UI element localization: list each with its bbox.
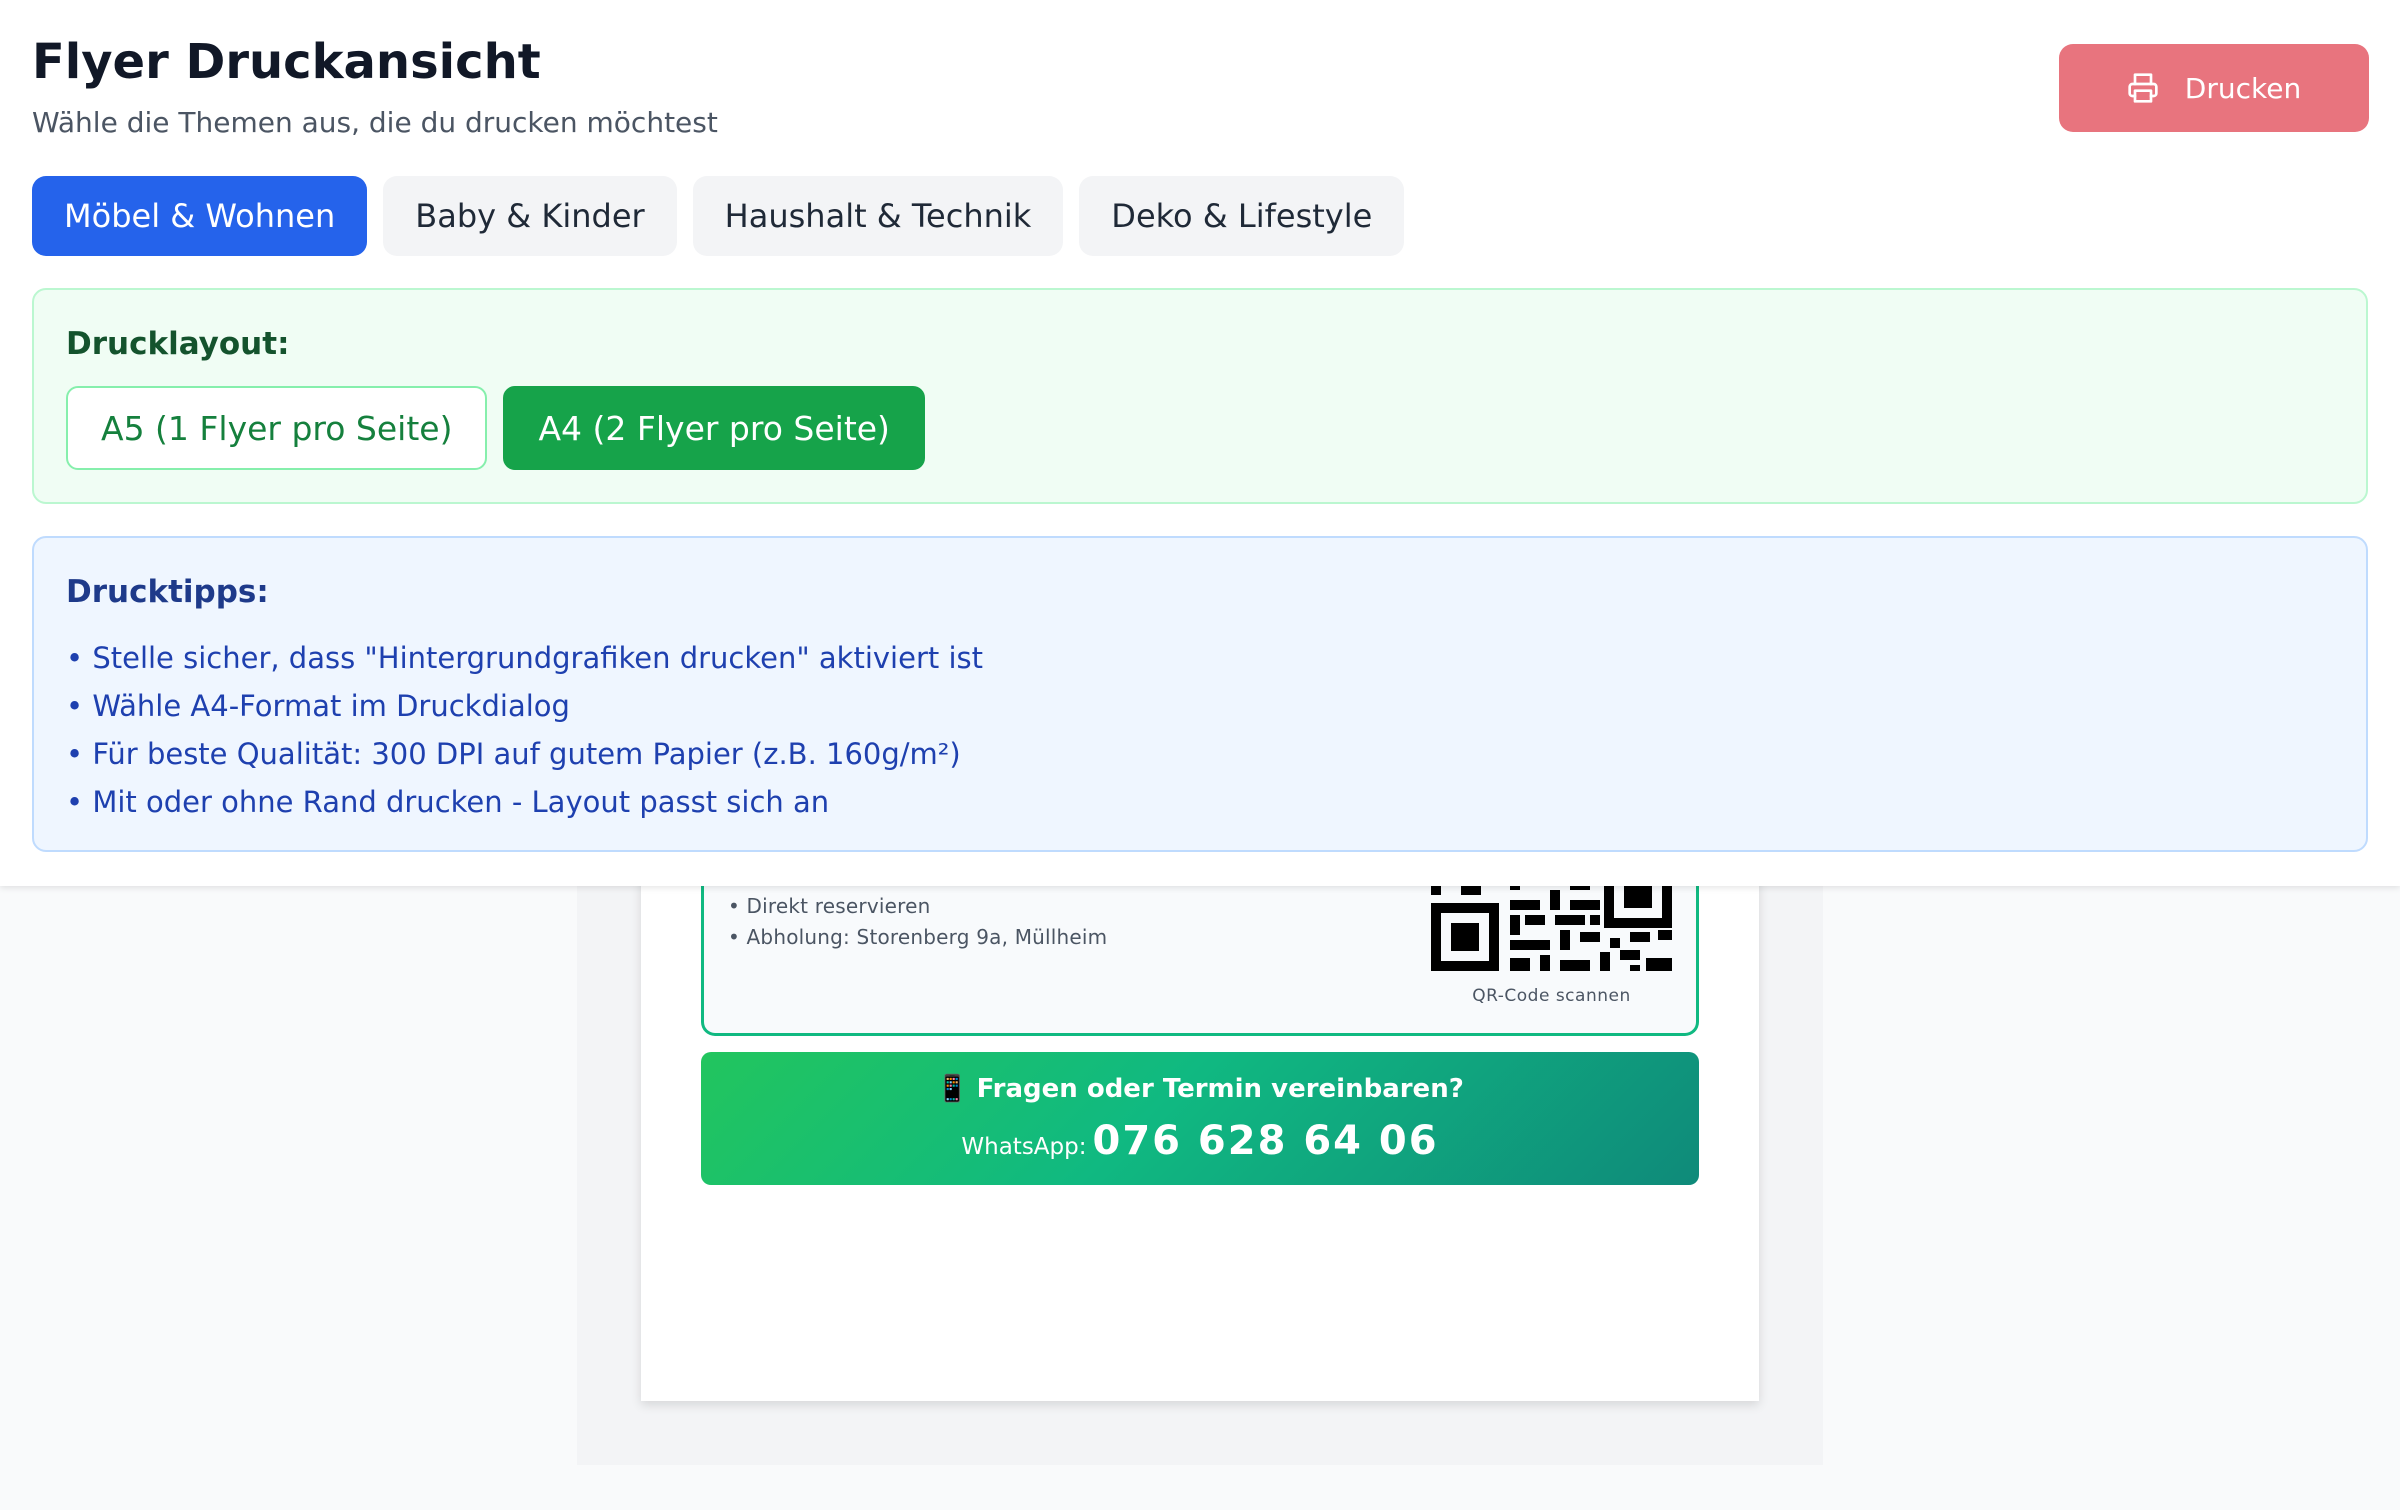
tab-moebel-wohnen[interactable]: Möbel & Wohnen [32,176,368,256]
flyer-bullet-pickup: • Abholung: Storenberg 9a, Müllheim [728,925,1108,949]
tip-item: • Für beste Qualität: 300 DPI auf gutem … [66,737,961,771]
print-button[interactable]: Drucken [2059,44,2369,132]
contact-question-text: Fragen oder Termin vereinbaren? [976,1074,1464,1104]
mobile-phone-icon: 📱 [936,1074,969,1104]
page-title: Flyer Druckansicht [32,34,541,90]
tab-deko-lifestyle[interactable]: Deko & Lifestyle [1079,176,1405,256]
tip-item: • Wähle A4-Format im Druckdialog [66,689,570,723]
print-controls-header: Flyer Druckansicht Wähle die Themen aus,… [0,0,2400,886]
print-layout-options: A5 (1 Flyer pro Seite) A4 (2 Flyer pro S… [66,386,925,470]
print-tips-panel: Drucktipps: • Stelle sicher, dass "Hinte… [32,536,2368,852]
tab-haushalt-technik[interactable]: Haushalt & Technik [692,176,1064,256]
topic-tabs: Möbel & Wohnen Baby & Kinder Haushalt & … [32,176,1405,256]
print-layout-panel: Drucklayout: A5 (1 Flyer pro Seite) A4 (… [32,288,2368,504]
whatsapp-contact-box: 📱 Fragen oder Termin vereinbaren? WhatsAp… [701,1052,1699,1185]
print-button-label: Drucken [2184,71,2302,105]
tab-baby-kinder[interactable]: Baby & Kinder [383,176,677,256]
tip-item: • Stelle sicher, dass "Hintergrundgrafik… [66,641,983,675]
printer-icon [2127,72,2159,104]
contact-question: 📱 Fragen oder Termin vereinbaren? [701,1074,1699,1104]
qr-code [1430,870,1673,977]
print-layout-label: Drucklayout: [66,326,290,362]
layout-a5-button[interactable]: A5 (1 Flyer pro Seite) [66,386,488,470]
layout-a4-button[interactable]: A4 (2 Flyer pro Seite) [503,386,925,470]
page-subtitle: Wähle die Themen aus, die du drucken möc… [32,106,718,139]
whatsapp-label: WhatsApp: [961,1134,1087,1160]
flyer-bullet-reserve: • Direkt reservieren [728,894,931,918]
whatsapp-number: 076 628 64 06 [1092,1118,1439,1164]
print-tips-title: Drucktipps: [66,574,269,610]
print-tips-list: • Stelle sicher, dass "Hintergrundgrafik… [66,634,983,826]
qr-caption: QR-Code scannen [1472,986,1631,1006]
whatsapp-line: WhatsApp: 076 628 64 06 [701,1118,1699,1164]
tip-item: • Mit oder ohne Rand drucken - Layout pa… [66,785,830,819]
